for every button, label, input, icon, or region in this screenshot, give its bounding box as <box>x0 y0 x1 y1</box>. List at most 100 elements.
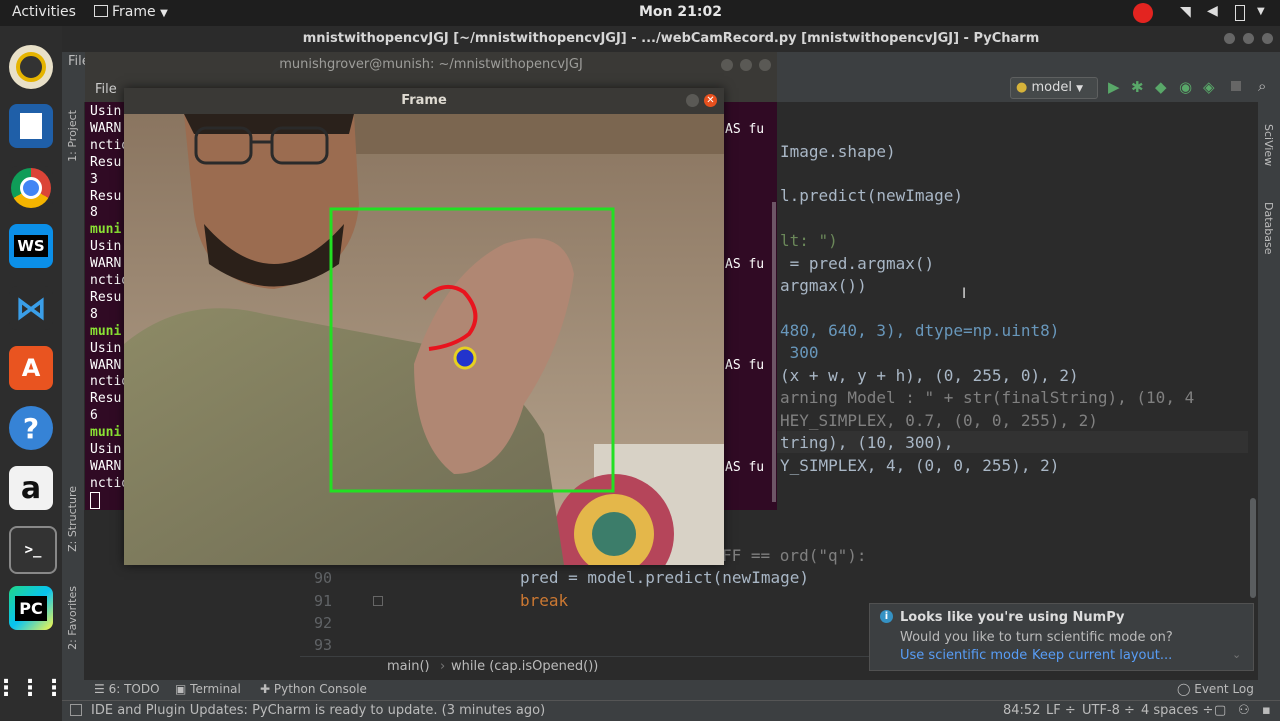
code-line-90: pred = model.predict(newImage) <box>520 568 809 587</box>
chrome-icon[interactable] <box>9 166 53 210</box>
status-message[interactable]: IDE and Plugin Updates: PyCharm is ready… <box>91 703 545 718</box>
coverage-icon[interactable]: ◆ <box>1155 78 1167 96</box>
search-everywhere-icon[interactable]: ⌕ <box>1258 77 1266 95</box>
indent-setting[interactable]: 4 spaces ÷ <box>1141 703 1213 718</box>
fold-icon[interactable] <box>373 596 383 606</box>
terminal-close-icon[interactable] <box>759 59 771 71</box>
tab-project[interactable]: 1: Project <box>66 110 79 162</box>
caret-position[interactable]: 84:52 <box>1003 703 1040 718</box>
terminal-line: 6 <box>90 408 98 424</box>
terminal-line: Usin <box>90 239 122 255</box>
stop-icon[interactable] <box>1231 81 1241 91</box>
activities-button[interactable]: Activities <box>12 4 76 20</box>
terminal-line: Usin <box>90 442 122 457</box>
run-config-label: model <box>1031 80 1072 95</box>
frame-minimize-icon[interactable] <box>686 94 699 107</box>
use-scientific-mode-link[interactable]: Use scientific mode <box>900 648 1027 663</box>
record-indicator-icon[interactable] <box>1133 3 1153 23</box>
rhythmbox-icon[interactable] <box>9 45 53 89</box>
git-icon[interactable]: ⚇ <box>1238 703 1250 718</box>
code-line: l.predict(newImage) <box>780 186 964 205</box>
terminal-line: Usin <box>90 340 122 356</box>
terminal-maximize-icon[interactable] <box>740 59 752 71</box>
amazon-icon[interactable]: a <box>9 466 53 510</box>
close-icon[interactable] <box>1262 33 1273 44</box>
line-number: 93 <box>314 636 333 654</box>
tab-structure[interactable]: Z: Structure <box>66 486 79 552</box>
opencv-frame-window[interactable]: Frame ✕ <box>124 88 724 565</box>
line-number: 90 <box>314 569 333 587</box>
terminal-minimize-icon[interactable] <box>721 59 733 71</box>
breadcrumb-separator-icon: › <box>440 659 446 674</box>
breadcrumb-item-main[interactable]: main() <box>387 659 430 674</box>
clock[interactable]: Mon 21:02 <box>639 4 722 20</box>
app-menu[interactable]: Frame ▼ <box>94 4 168 20</box>
todo-tool-button[interactable]: ☰ 6: TODO <box>94 682 160 696</box>
chevron-down-icon: ▼ <box>160 8 168 19</box>
keep-current-layout-link[interactable]: Keep current layout... <box>1032 648 1172 663</box>
doc-lines-icon <box>20 113 42 139</box>
volume-icon[interactable]: ◀ <box>1207 3 1218 19</box>
event-log-tool-button[interactable]: ◯ Event Log <box>1177 682 1254 696</box>
libreoffice-writer-icon[interactable] <box>9 104 53 148</box>
terminal-tool-button[interactable]: ▣ Terminal <box>175 682 241 696</box>
concurrency-icon[interactable]: ◈ <box>1203 78 1215 96</box>
tool-windows-bar: ☰ 6: TODO ▣ Terminal ✚ Python Console ◯ … <box>62 680 1280 700</box>
python-console-tool-button[interactable]: ✚ Python Console <box>260 682 367 696</box>
maximize-icon[interactable] <box>1243 33 1254 44</box>
wifi-icon[interactable]: ◥ <box>1180 4 1191 20</box>
frame-close-icon[interactable]: ✕ <box>704 94 717 107</box>
line-number: 91 <box>314 592 333 610</box>
python-config-icon: ● <box>1016 80 1028 95</box>
code-line: FF == ord("q"): <box>722 546 867 565</box>
show-applications-icon[interactable]: ⋮⋮⋮ <box>0 666 65 710</box>
system-menu-chevron-icon[interactable]: ▼ <box>1257 6 1265 17</box>
editor-scrollbar[interactable] <box>1250 498 1256 598</box>
chevron-down-icon[interactable]: ⌄ <box>1232 648 1241 661</box>
help-icon[interactable]: ? <box>9 406 53 450</box>
terminal-title: munishgrover@munish: ~/mnistwithopencvJG… <box>279 57 583 72</box>
profile-icon[interactable]: ◉ <box>1179 78 1192 96</box>
notification-body: Would you like to turn scientific mode o… <box>900 630 1173 645</box>
terminal-line-fragment: AS fu <box>725 460 765 475</box>
terminal-cursor <box>90 492 100 509</box>
webstorm-icon[interactable]: WS <box>9 224 53 268</box>
battery-icon[interactable] <box>1235 5 1245 21</box>
terminal-line: muni <box>90 323 122 339</box>
code-line: Y_SIMPLEX, 4, (0, 0, 255), 2) <box>780 456 1060 475</box>
terminal-line: Resu <box>90 391 122 407</box>
minimize-icon[interactable] <box>1224 33 1235 44</box>
debug-icon[interactable]: ✱ <box>1131 78 1144 96</box>
left-tool-strip: 1: Project Z: Structure 2: Favorites <box>62 102 84 680</box>
lock-icon[interactable]: ▢ <box>1214 703 1226 718</box>
terminal-line-fragment: AS fu <box>725 257 765 272</box>
terminal-menu-file[interactable]: File <box>95 82 117 97</box>
chevron-down-icon: ▼ <box>1076 84 1084 94</box>
bag-icon: A <box>21 354 41 382</box>
code-line: 300 <box>780 343 819 362</box>
dock: WS ⋈ A ? a >_ PC ⋮⋮⋮ <box>0 26 65 720</box>
file-encoding[interactable]: UTF-8 ÷ <box>1082 703 1135 718</box>
terminal-line: WARN <box>90 256 122 272</box>
vscode-icon[interactable]: ⋈ <box>9 286 53 330</box>
run-icon[interactable]: ▶ <box>1108 78 1120 96</box>
terminal-scrollbar[interactable] <box>772 202 776 502</box>
breadcrumb-item-while[interactable]: while (cap.isOpened()) <box>451 659 598 674</box>
ubuntu-software-icon[interactable]: A <box>9 346 53 390</box>
tab-sciview[interactable]: SciView <box>1262 124 1275 166</box>
tab-database[interactable]: Database <box>1262 202 1275 255</box>
terminal-line: Usin <box>90 104 122 119</box>
code-line: 480, 640, 3), dtype=np.uint8) <box>780 321 1060 340</box>
python-icon: ✚ <box>260 682 274 696</box>
python-console-label: Python Console <box>273 682 367 696</box>
notification-title: Looks like you're using NumPy <box>900 610 1125 625</box>
terminal-icon[interactable]: >_ <box>9 526 57 574</box>
tab-favorites[interactable]: 2: Favorites <box>66 586 79 650</box>
memory-indicator-icon[interactable]: ▪ <box>1262 703 1271 718</box>
event-log-label: Event Log <box>1194 682 1254 696</box>
toggle-tool-windows-icon[interactable] <box>70 704 82 716</box>
line-separator[interactable]: LF ÷ <box>1046 703 1076 718</box>
run-config-select[interactable]: ● model ▼ <box>1010 77 1098 99</box>
pycharm-icon[interactable]: PC <box>9 586 53 630</box>
code-line: lt: ") <box>780 231 838 250</box>
